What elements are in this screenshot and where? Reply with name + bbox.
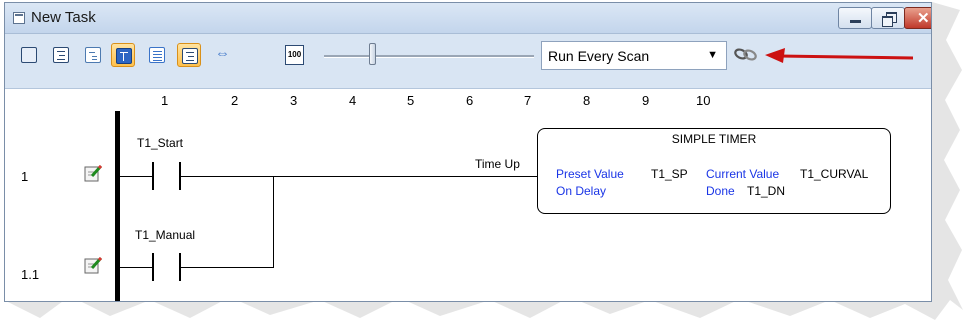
wire — [181, 267, 274, 268]
contact-tag: T1_Manual — [135, 228, 196, 242]
scan-slider-track[interactable] — [324, 55, 534, 58]
column-number: 6 — [466, 93, 474, 108]
text-icon — [116, 48, 132, 64]
title-bar: New Task — [5, 3, 931, 34]
timer-mode: On Delay — [556, 184, 607, 198]
restore-button[interactable] — [871, 7, 905, 29]
window-icon — [13, 12, 25, 24]
preset-label: Preset Value — [556, 167, 624, 181]
column-number: 2 — [231, 93, 239, 108]
column-number: 3 — [290, 93, 298, 108]
minimize-button[interactable] — [838, 7, 872, 29]
run-mode-select[interactable]: Run Every Scan ▼ — [541, 41, 727, 70]
page-icon — [21, 47, 37, 63]
done-value: T1_DN — [747, 184, 786, 198]
simple-timer-block[interactable]: SIMPLE TIMER Preset Value T1_SP On Delay… — [537, 128, 891, 214]
scan-slider-thumb[interactable] — [369, 43, 376, 65]
detail-list-icon — [149, 47, 165, 63]
rung-number: 1 — [21, 169, 29, 184]
edit-note-icon[interactable] — [83, 255, 103, 275]
column-number: 9 — [642, 93, 650, 108]
column-number: 8 — [583, 93, 591, 108]
view-text-button[interactable] — [111, 43, 135, 67]
run-mode-value: Run Every Scan — [548, 48, 650, 64]
view-structure-button[interactable] — [177, 43, 201, 67]
contact-left-bar — [152, 162, 154, 190]
done-label: Done — [706, 184, 735, 198]
column-number: 1 — [161, 93, 169, 108]
column-number: 10 — [696, 93, 711, 108]
task-window: New Task ✕ ⇔ 100 Run Every Scan ▼ 1 2 3 … — [4, 2, 932, 302]
contact-left-bar — [152, 253, 154, 281]
branch-wire — [273, 176, 274, 268]
annotation-arrow-icon — [765, 48, 914, 63]
zoom-100-button[interactable]: 100 — [285, 45, 304, 65]
current-value: T1_CURVAL — [800, 167, 869, 181]
ladder-canvas[interactable]: 1 T1_Start Time Up 1.1 T1_Manual SIMPLE — [5, 111, 931, 301]
close-button[interactable] — [904, 7, 931, 29]
swap-order-button[interactable]: ⇔ — [215, 43, 245, 67]
window-title: New Task — [31, 9, 96, 26]
column-ruler: 1 2 3 4 5 6 7 8 9 10 — [5, 89, 931, 111]
preset-value: T1_SP — [651, 167, 688, 181]
toolbar: ⇔ 100 Run Every Scan ▼ — [5, 34, 931, 89]
wire — [120, 267, 152, 268]
column-number: 7 — [524, 93, 532, 108]
tree-icon — [85, 47, 101, 63]
link-icon[interactable] — [732, 45, 762, 63]
list-icon — [53, 47, 69, 63]
structure-icon — [182, 48, 198, 64]
column-number: 5 — [407, 93, 415, 108]
current-value-label: Current Value — [706, 167, 780, 181]
view-detail-button[interactable] — [145, 43, 169, 67]
contact-tag: T1_Start — [137, 136, 184, 150]
wire — [120, 176, 152, 177]
view-list-button[interactable] — [49, 43, 73, 67]
double-arrow-icon: ⇔ — [215, 45, 230, 62]
view-ladder-button[interactable] — [17, 43, 41, 67]
timer-title: SIMPLE TIMER — [671, 132, 757, 146]
rung-number: 1.1 — [21, 267, 40, 282]
output-label: Time Up — [475, 157, 520, 171]
chevron-down-icon: ▼ — [707, 49, 718, 61]
wire — [181, 176, 537, 177]
left-power-rail — [115, 111, 120, 301]
view-tree-button[interactable] — [81, 43, 105, 67]
edit-note-icon[interactable] — [83, 163, 103, 183]
column-number: 4 — [349, 93, 357, 108]
